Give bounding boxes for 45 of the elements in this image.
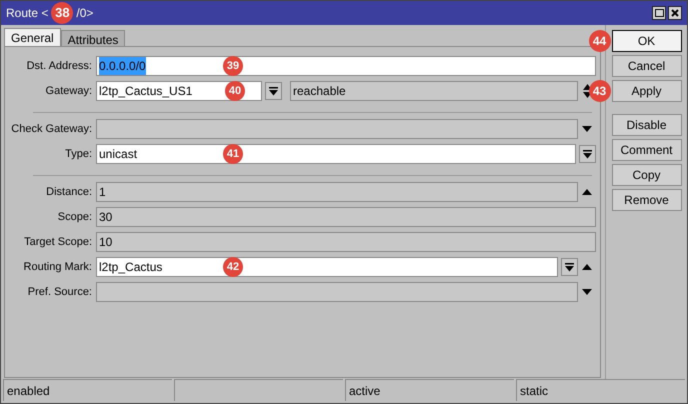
dialog-button[interactable]: Comment (612, 139, 682, 161)
dropdown-button[interactable] (579, 145, 596, 163)
maximize-icon[interactable] (652, 6, 666, 20)
dropdown-button[interactable] (561, 258, 578, 276)
window-title: Route < (6, 5, 48, 22)
down-arrow-icon[interactable] (582, 289, 592, 295)
tab[interactable]: Attributes (60, 30, 126, 46)
status-cell: active (345, 379, 514, 401)
number-badge: 43 (588, 80, 610, 102)
dialog-button[interactable]: Copy (612, 164, 682, 186)
dropdown-button[interactable] (265, 82, 282, 100)
status-cell: enabled (3, 379, 172, 401)
field-label: Routing Mark: (22, 260, 93, 275)
dialog-button[interactable]: Disable (612, 114, 682, 136)
dropdown-arrow-icon (565, 262, 574, 272)
window-title: /0> (76, 5, 94, 22)
up-down-arrow-icon[interactable] (582, 84, 592, 98)
field-label: Gateway: (44, 84, 93, 99)
field-label: Scope: (56, 210, 93, 225)
field-label: Check Gateway: (10, 122, 93, 137)
up-arrow-icon[interactable] (582, 189, 592, 195)
close-icon[interactable] (668, 6, 682, 20)
dialog-button[interactable]: Apply (612, 80, 682, 102)
input-field[interactable] (96, 119, 578, 139)
dialog-button[interactable]: Cancel (612, 55, 682, 77)
number-badge: 38 (51, 2, 74, 24)
dropdown-arrow-icon (583, 150, 592, 158)
number-badge: 44 (588, 30, 610, 52)
field-label: Distance: (45, 184, 93, 200)
input-field[interactable]: 30 (96, 207, 596, 227)
up-arrow-icon[interactable] (582, 264, 592, 270)
status-field: reachable (290, 81, 578, 101)
field-label: Type: (64, 146, 93, 162)
tab[interactable]: General (4, 28, 61, 46)
input-field[interactable] (96, 282, 578, 302)
field-label: Dst. Address: (26, 58, 93, 74)
field-label: Target Scope: (23, 234, 93, 250)
dropdown-arrow-icon (269, 86, 278, 96)
dialog-button[interactable]: OK (612, 30, 682, 52)
field-label: Pref. Source: (26, 284, 93, 300)
dialog-button[interactable]: Remove (612, 189, 682, 211)
input-field[interactable]: 1 (96, 182, 578, 202)
down-arrow-icon[interactable] (582, 126, 592, 132)
status-cell: static (516, 379, 685, 401)
input-field[interactable]: 10 (96, 232, 596, 252)
